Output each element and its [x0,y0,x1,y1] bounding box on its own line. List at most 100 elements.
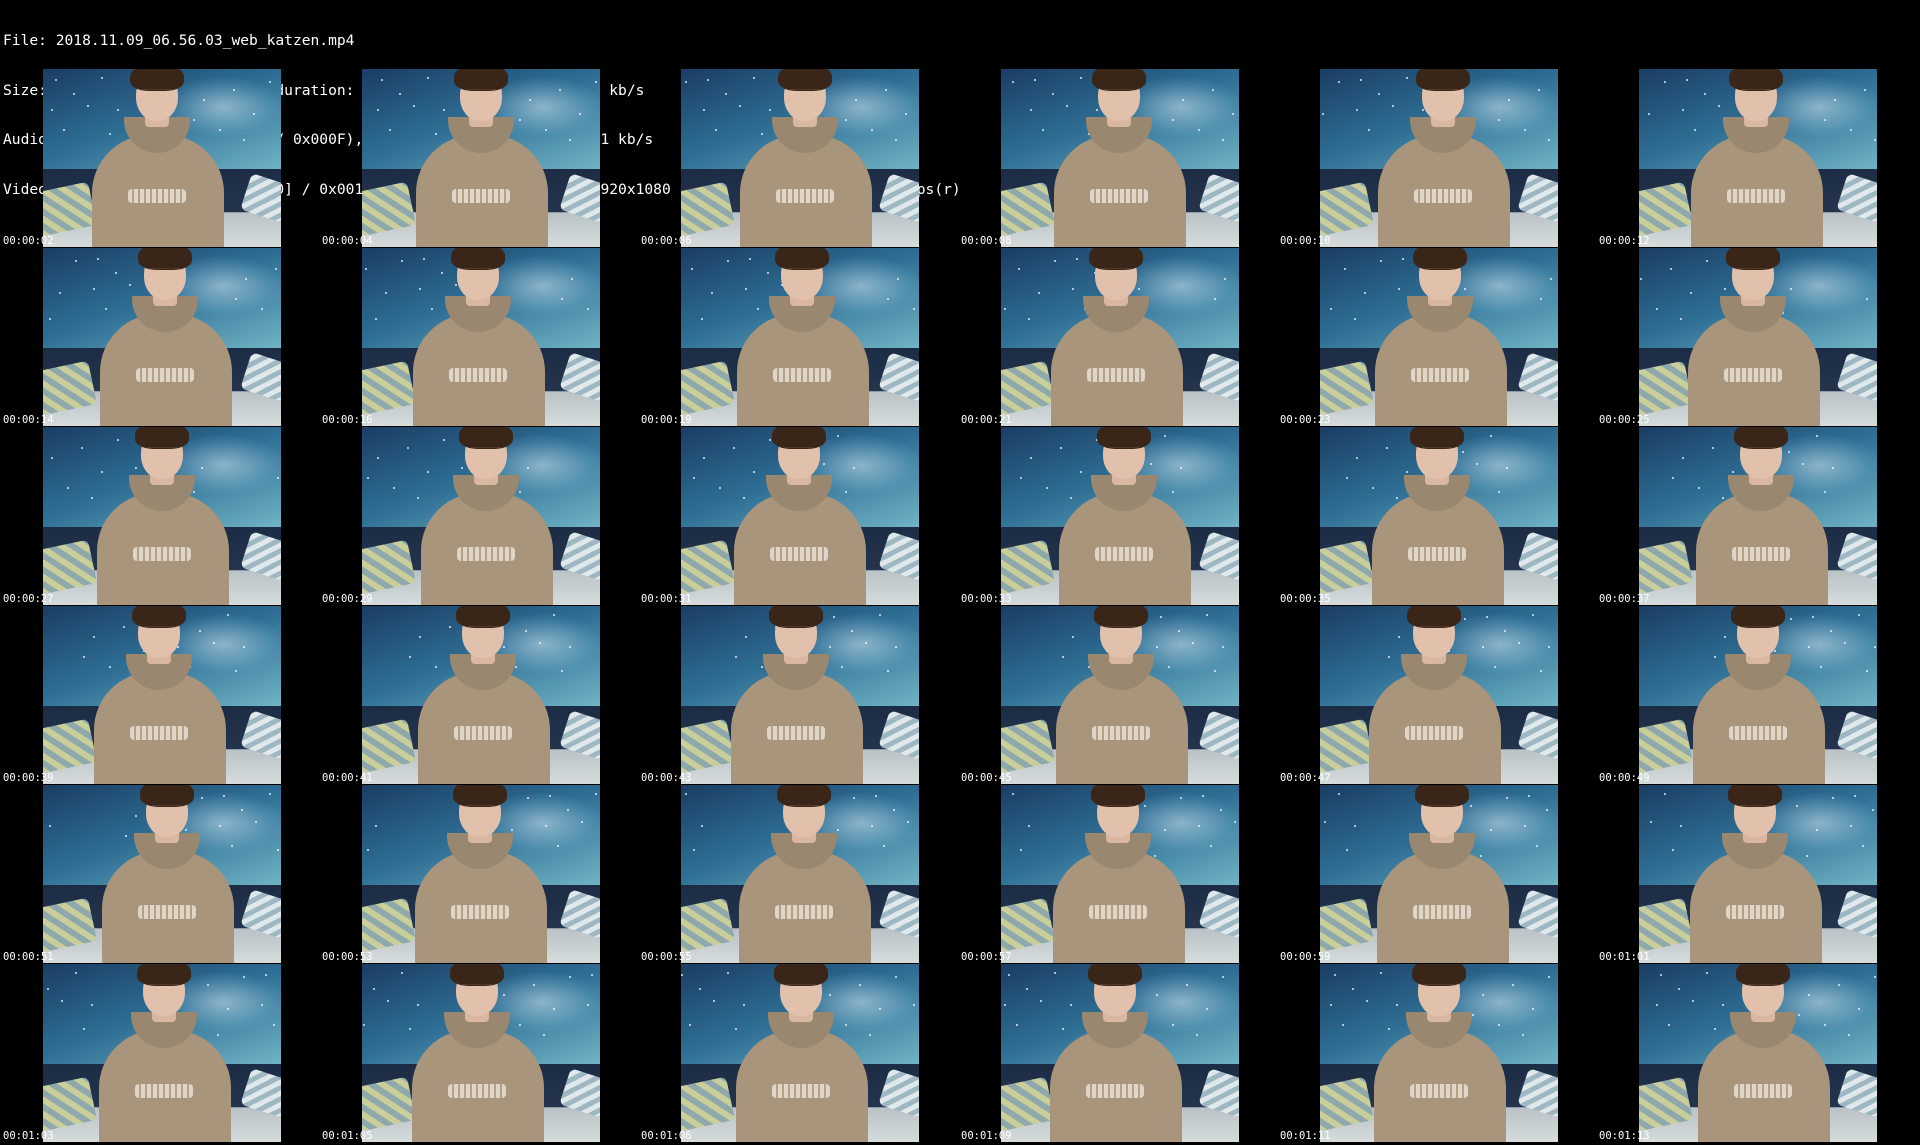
star [701,825,703,827]
star [913,1004,915,1006]
hoodie-logo [1405,726,1463,740]
timestamp-label: 00:00:27 [3,593,54,605]
star [519,491,521,493]
star [75,260,77,262]
hair [1091,785,1145,807]
star [1096,109,1098,111]
thumbnail-grid: 00:00:02 00:00:04 00:00:06 00:00:08 00:00:10… [0,0,1920,1145]
star [265,974,267,976]
thumbnail-cell: 00:00:12 [1596,69,1915,248]
star [1462,451,1464,453]
star [749,258,751,260]
star [1388,656,1390,658]
glasses [468,626,498,633]
star [207,984,209,986]
hair [1729,69,1783,91]
star [1790,618,1792,620]
star [853,467,855,469]
star [713,1000,715,1002]
glasses [1100,984,1130,991]
star [1540,670,1542,672]
timestamp-label: 00:00:41 [322,772,373,784]
hair [453,785,507,807]
hoodie-logo [136,368,194,382]
video-frame-image [1001,964,1239,1142]
star [1832,797,1834,799]
star [1528,795,1530,797]
video-frame-image [43,606,281,784]
glasses [789,805,819,812]
star [743,497,745,499]
star [553,614,555,616]
star [435,133,437,135]
star [235,670,237,672]
star [1472,1014,1474,1016]
glasses [1424,984,1454,991]
star [1386,447,1388,449]
star [1504,630,1506,632]
star [193,119,195,121]
star [1220,809,1222,811]
star [1030,457,1032,459]
star [691,268,693,270]
thumbnail-cell: 00:00:59 [1277,785,1596,964]
glasses [1427,805,1457,812]
timestamp-label: 00:00:55 [641,951,692,963]
star [1172,1024,1174,1026]
star [1398,636,1400,638]
star [1680,318,1682,320]
star [1040,1000,1042,1002]
star [715,129,717,131]
video-frame-image [681,785,919,963]
thumbnail-cell: 00:01:13 [1596,964,1915,1143]
video-frame-image [1639,248,1877,426]
hair [135,427,189,449]
star [51,109,53,111]
star [117,109,119,111]
thumbnail-cell: 00:00:41 [319,606,638,785]
hair [456,606,510,628]
star [49,318,51,320]
thumbnail-cell: 00:00:19 [638,248,957,427]
thumbnail-cell: 00:00:45 [958,606,1277,785]
hair [774,964,828,986]
star [1464,618,1466,620]
star [55,79,57,81]
hoodie-logo [1734,1084,1792,1098]
star [823,463,825,465]
star [203,99,205,101]
star [1548,139,1550,141]
hoodie-logo [1413,905,1471,919]
star [549,795,551,797]
video-frame-image [1639,427,1877,605]
star [1042,129,1044,131]
video-frame-image [1639,964,1877,1142]
video-frame-image [1001,248,1239,426]
star [905,113,907,115]
star [1198,825,1200,827]
star [419,288,421,290]
glasses [1104,89,1134,96]
thumbnail-cell: 00:00:08 [958,69,1277,248]
star [859,984,861,986]
hair [1089,248,1143,270]
star [375,825,377,827]
star [1366,1000,1368,1002]
hoodie-logo [1090,189,1148,203]
star [1660,974,1662,976]
hoodie-logo [772,1084,830,1098]
video-frame-image [1639,69,1877,247]
star [363,1024,365,1026]
timestamp-label: 00:00:53 [322,951,373,963]
star [681,974,683,976]
star [87,105,89,107]
star [1234,821,1236,823]
glasses [1748,984,1778,991]
star [1180,467,1182,469]
star [1144,805,1146,807]
star [769,109,771,111]
star [1540,298,1542,300]
star [1160,616,1162,618]
star [1490,829,1492,831]
thumbnail-cell: 00:00:02 [0,69,319,248]
